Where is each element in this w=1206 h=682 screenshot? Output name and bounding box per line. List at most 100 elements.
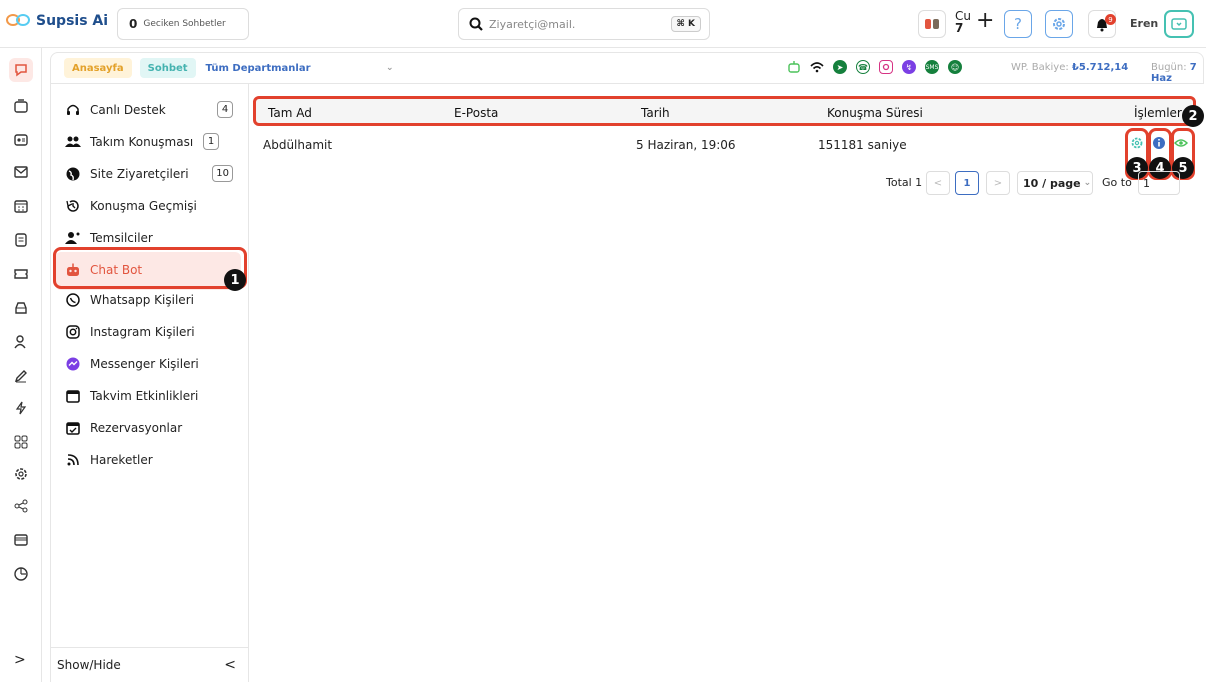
rail-settings-button[interactable]: [9, 462, 33, 486]
feed-icon: [65, 452, 81, 468]
menu-item-label: Hareketler: [90, 453, 153, 467]
top-bar: Supsis Ai 0 Geciken Sohbetler ⌘ K Cu 7 +…: [0, 0, 1206, 48]
pen-icon: [14, 370, 27, 383]
rail-payments-button[interactable]: [9, 528, 33, 552]
menu-item-live-support[interactable]: Canlı Destek 4: [65, 100, 233, 120]
help-button[interactable]: ?: [1004, 10, 1032, 38]
today-label: Bugün:: [1151, 62, 1187, 73]
menu-item-label: Rezervasyonlar: [90, 421, 183, 435]
menu-item-instagram-contacts[interactable]: Instagram Kişileri: [65, 322, 233, 342]
rail-reports-button[interactable]: [9, 562, 33, 586]
instagram-icon: [65, 324, 81, 340]
history-icon: [65, 198, 81, 214]
notification-badge: 9: [1105, 14, 1116, 25]
search-input[interactable]: [489, 17, 659, 31]
rail-share-button[interactable]: [9, 494, 33, 518]
notifications-button[interactable]: 9: [1088, 10, 1116, 38]
reservation-icon: [65, 420, 81, 436]
column-header-date[interactable]: Tarih: [641, 106, 670, 120]
prev-page-button[interactable]: <: [926, 171, 950, 195]
rail-inbox-button[interactable]: [9, 94, 33, 118]
page-1-button[interactable]: 1: [955, 171, 979, 195]
rail-notes-button[interactable]: [9, 228, 33, 252]
calendar-icon: [14, 200, 28, 213]
telegram-channel-icon[interactable]: ➤: [833, 60, 847, 74]
agents-icon: [65, 230, 81, 246]
users-icon: [14, 335, 26, 349]
chat-tab[interactable]: Sohbet: [139, 58, 196, 78]
sms-channel-icon[interactable]: SMS: [925, 60, 939, 74]
pagination-total: Total 1: [886, 176, 923, 189]
chevron-left-icon: <: [933, 177, 943, 189]
inbox-icon: [14, 99, 28, 113]
menu-item-team-chat[interactable]: Takım Konuşması 1: [65, 132, 233, 152]
user-name[interactable]: Eren: [1130, 17, 1158, 30]
mail-icon: [14, 166, 28, 178]
bot-channel-icon[interactable]: [787, 60, 801, 74]
status-indicator[interactable]: Cu 7: [955, 10, 971, 34]
whatsapp-channel-icon[interactable]: ☎: [856, 60, 870, 74]
menu-item-reservations[interactable]: Rezervasyonlar: [65, 418, 233, 438]
menu-item-label: Canlı Destek: [90, 103, 166, 117]
rail-chat-button[interactable]: [9, 58, 33, 82]
search-shortcut: ⌘ K: [670, 16, 701, 32]
clock-chart-icon: [14, 567, 28, 581]
menu-item-whatsapp-contacts[interactable]: Whatsapp Kişileri: [65, 290, 233, 310]
rail-expand-icon[interactable]: >: [14, 652, 26, 668]
menu-item-agents[interactable]: Temsilciler: [65, 228, 233, 248]
gear-icon: [15, 468, 27, 480]
instagram-channel-icon[interactable]: [879, 60, 893, 74]
rail-users-button[interactable]: [9, 330, 33, 354]
cell-duration: 151181 saniye: [818, 138, 907, 152]
agent-avatar-button[interactable]: [918, 10, 946, 38]
team-icon: [65, 134, 81, 150]
today-indicator: Bugün: 7 Haz: [1151, 62, 1203, 84]
messenger-icon: [65, 356, 81, 372]
wp-balance-label: WP. Bakiye:: [1011, 62, 1069, 73]
contact-card-icon: [14, 134, 28, 146]
rail-tickets-button[interactable]: [9, 262, 33, 286]
search-box[interactable]: ⌘ K: [458, 8, 710, 40]
page-size-select[interactable]: 10 / page ⌄: [1017, 171, 1093, 195]
rail-edit-button[interactable]: [9, 364, 33, 388]
column-header-full-name[interactable]: Tam Ad: [268, 106, 312, 120]
late-chats-button[interactable]: 0 Geciken Sohbetler: [117, 8, 249, 40]
late-chats-count: 0: [129, 17, 138, 31]
rail-automation-button[interactable]: [9, 396, 33, 420]
headset-icon: [65, 102, 81, 118]
menu-item-calendar-events[interactable]: Takvim Etkinlikleri: [65, 386, 233, 406]
cell-full-name: Abdülhamit: [263, 138, 333, 152]
messenger-channel-icon[interactable]: ↯: [902, 60, 916, 74]
column-header-email[interactable]: E-Posta: [454, 106, 498, 120]
rail-archive-button[interactable]: [9, 296, 33, 320]
rail-apps-button[interactable]: [9, 430, 33, 454]
menu-item-activity[interactable]: Hareketler: [65, 450, 233, 470]
goto-page-input[interactable]: 1: [1138, 171, 1180, 195]
settings-button[interactable]: [1045, 10, 1073, 38]
home-tab[interactable]: Anasayfa: [64, 58, 132, 78]
menu-item-label: Takvim Etkinlikleri: [90, 389, 199, 403]
menu-item-label: Konuşma Geçmişi: [90, 199, 197, 213]
menu-item-site-visitors[interactable]: Site Ziyaretçileri 10: [65, 164, 233, 184]
rail-contacts-button[interactable]: [9, 128, 33, 152]
app-logo[interactable]: Supsis Ai: [6, 12, 108, 30]
side-menu: Canlı Destek 4 Takım Konuşması 1 Site Zi…: [50, 84, 249, 682]
add-button[interactable]: +: [976, 10, 994, 32]
table-row[interactable]: Abdülhamit 5 Haziran, 19:06 151181 saniy…: [253, 131, 1196, 159]
menu-item-chat-history[interactable]: Konuşma Geçmişi: [65, 196, 233, 216]
other-channel-icon[interactable]: ☺: [948, 60, 962, 74]
wp-balance-value: ₺5.712,14: [1071, 62, 1129, 73]
show-hide-label: Show/Hide: [57, 658, 121, 672]
show-hide-toggle[interactable]: Show/Hide <: [51, 647, 248, 682]
rail-mail-button[interactable]: [9, 160, 33, 184]
whatsapp-icon: [65, 292, 81, 308]
menu-item-count: 10: [212, 165, 233, 182]
wifi-channel-icon[interactable]: [810, 60, 824, 74]
next-page-button[interactable]: >: [986, 171, 1010, 195]
column-header-duration[interactable]: Konuşma Süresi: [827, 106, 923, 120]
user-avatar[interactable]: [1164, 10, 1194, 38]
archive-icon: [15, 302, 27, 314]
department-select[interactable]: Tüm Departmanlar ⌄: [200, 63, 400, 74]
rail-calendar-button[interactable]: [9, 194, 33, 218]
menu-item-messenger-contacts[interactable]: Messenger Kişileri: [65, 354, 233, 374]
